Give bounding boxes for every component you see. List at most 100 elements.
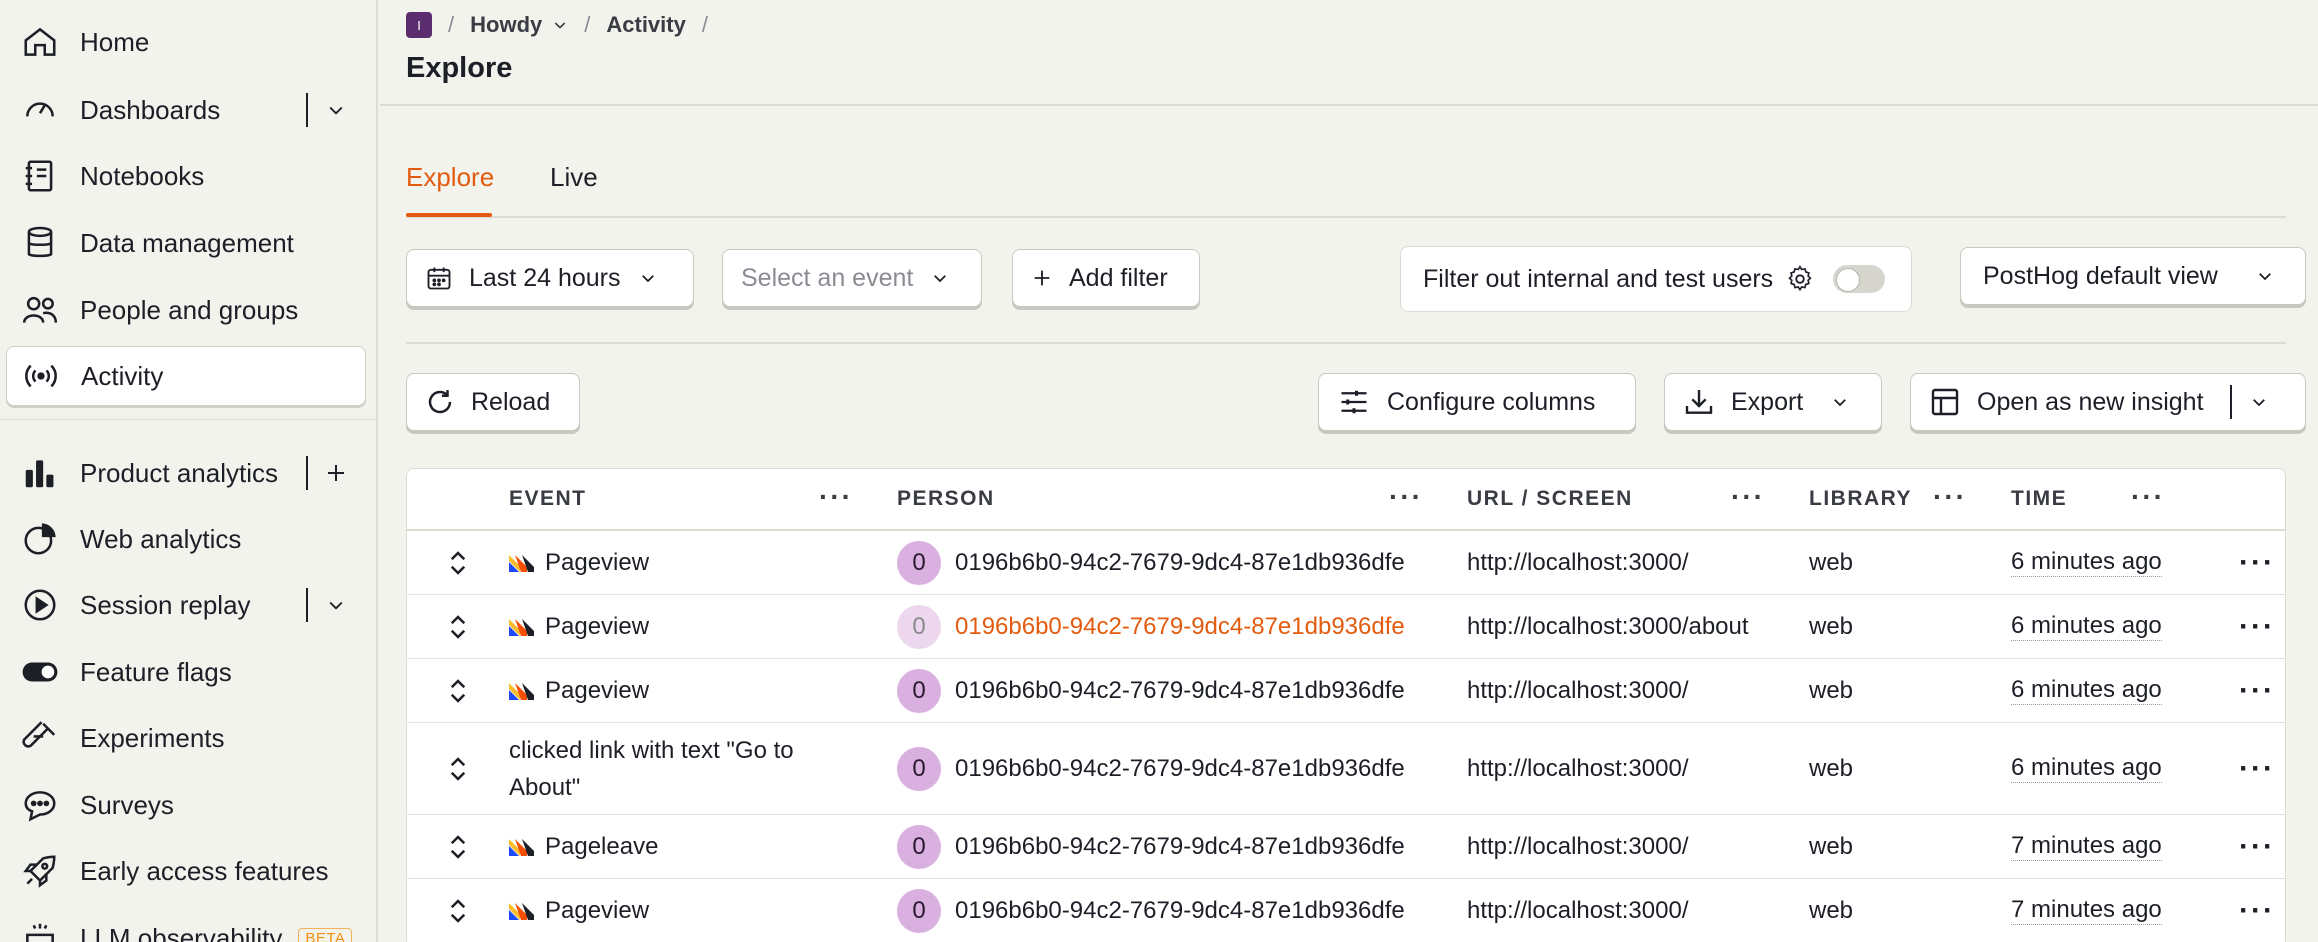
internal-users-label: Filter out internal and test users: [1423, 264, 1774, 293]
sidebar-item-label: Home: [80, 26, 150, 57]
person-id-link[interactable]: 0196b6b0-94c2-7679-9dc4-87e1db936dfe: [955, 755, 1405, 783]
event-select[interactable]: Select an event: [722, 249, 982, 307]
sidebar-item-label: Session replay: [80, 589, 251, 620]
sidebar-item-label: Feature flags: [80, 656, 232, 687]
person-cell[interactable]: 0 0196b6b0-94c2-7679-9dc4-87e1db936dfe: [897, 531, 1405, 594]
person-cell[interactable]: 0 0196b6b0-94c2-7679-9dc4-87e1db936dfe: [897, 723, 1405, 814]
tab-explore[interactable]: Explore: [406, 162, 494, 193]
person-id-link[interactable]: 0196b6b0-94c2-7679-9dc4-87e1db936dfe: [955, 897, 1405, 925]
expand-row-icon[interactable]: [445, 659, 471, 722]
expand-row-icon[interactable]: [445, 815, 471, 878]
sidebar-item-early-access[interactable]: Early access features: [6, 841, 366, 901]
column-header-library[interactable]: LIBRARY: [1809, 469, 1912, 529]
sidebar-item-home[interactable]: Home: [6, 12, 366, 72]
person-cell[interactable]: 0 0196b6b0-94c2-7679-9dc4-87e1db936dfe: [897, 815, 1405, 878]
chevron-down-icon[interactable]: [552, 17, 568, 33]
sidebar-item-notebooks[interactable]: Notebooks: [6, 146, 366, 206]
column-menu-event[interactable]: ···: [819, 481, 853, 513]
sidebar-item-surveys[interactable]: Surveys: [6, 775, 366, 835]
row-menu-button[interactable]: ···: [2239, 723, 2275, 814]
active-tab-indicator: [406, 213, 492, 217]
time-text: 6 minutes ago: [2011, 754, 2162, 783]
time-cell: 6 minutes ago: [2011, 659, 2162, 722]
table-row[interactable]: Pageview 0 0196b6b0-94c2-7679-9dc4-87e1d…: [407, 595, 2285, 659]
table-row[interactable]: Pageview 0 0196b6b0-94c2-7679-9dc4-87e1d…: [407, 531, 2285, 595]
open-as-insight-button[interactable]: Open as new insight: [1910, 373, 2306, 431]
row-menu-button[interactable]: ···: [2239, 595, 2275, 658]
column-menu-url[interactable]: ···: [1731, 481, 1765, 513]
table-row[interactable]: Pageview 0 0196b6b0-94c2-7679-9dc4-87e1d…: [407, 659, 2285, 723]
library-cell: web: [1809, 676, 1854, 704]
chevron-down-icon[interactable]: [318, 92, 354, 128]
sidebar-item-dashboards[interactable]: Dashboards: [6, 80, 366, 140]
event-cell[interactable]: Pageview: [509, 531, 649, 594]
sidebar-item-label: Early access features: [80, 855, 329, 886]
sidebar-item-web-analytics[interactable]: Web analytics: [6, 509, 366, 569]
export-button[interactable]: Export: [1664, 373, 1882, 431]
date-range-select[interactable]: Last 24 hours: [406, 249, 694, 307]
person-id-link[interactable]: 0196b6b0-94c2-7679-9dc4-87e1db936dfe: [955, 549, 1405, 577]
person-id-link[interactable]: 0196b6b0-94c2-7679-9dc4-87e1db936dfe: [955, 833, 1405, 861]
chevron-down-icon[interactable]: [2250, 393, 2268, 411]
expand-row-icon[interactable]: [445, 531, 471, 594]
project-avatar[interactable]: I: [406, 12, 432, 38]
internal-users-toggle[interactable]: [1833, 265, 1886, 293]
person-cell[interactable]: 0 0196b6b0-94c2-7679-9dc4-87e1db936dfe: [897, 595, 1405, 658]
expand-row-icon[interactable]: [445, 879, 471, 942]
sidebar-item-product-analytics[interactable]: Product analytics: [6, 443, 366, 503]
column-menu-library[interactable]: ···: [1933, 481, 1967, 513]
sidebar-item-session-replay[interactable]: Session replay: [6, 575, 366, 635]
event-select-placeholder: Select an event: [741, 263, 914, 292]
person-cell[interactable]: 0 0196b6b0-94c2-7679-9dc4-87e1db936dfe: [897, 659, 1405, 722]
breadcrumb-project[interactable]: Howdy: [470, 12, 542, 38]
reload-button[interactable]: Reload: [406, 373, 580, 431]
configure-columns-button[interactable]: Configure columns: [1318, 373, 1636, 431]
event-name: Pageview: [545, 612, 650, 640]
event-cell[interactable]: Pageview: [509, 595, 649, 658]
person-id-link[interactable]: 0196b6b0-94c2-7679-9dc4-87e1db936dfe: [955, 613, 1405, 641]
event-cell[interactable]: clicked link with text "Go to About": [509, 723, 809, 814]
expand-row-icon[interactable]: [445, 723, 471, 814]
column-header-event[interactable]: EVENT: [509, 469, 587, 529]
column-header-url[interactable]: URL / SCREEN: [1467, 469, 1633, 529]
column-header-person[interactable]: PERSON: [897, 469, 995, 529]
row-menu-button[interactable]: ···: [2239, 531, 2275, 594]
sidebar-item-activity[interactable]: Activity: [6, 346, 366, 406]
column-menu-time[interactable]: ···: [2131, 481, 2165, 513]
sidebar-item-label: Surveys: [80, 789, 174, 820]
sidebar-item-llm-observability[interactable]: LLM observability BETA: [6, 908, 366, 942]
activity-icon: [21, 356, 61, 396]
sidebar-item-feature-flags[interactable]: Feature flags: [6, 642, 366, 702]
gear-icon[interactable]: [1785, 264, 1815, 294]
add-filter-button[interactable]: Add filter: [1012, 249, 1200, 307]
column-menu-person[interactable]: ···: [1389, 481, 1423, 513]
row-menu-button[interactable]: ···: [2239, 659, 2275, 722]
sidebar-item-label: Notebooks: [80, 160, 205, 191]
download-icon: [1683, 386, 1715, 418]
event-cell[interactable]: Pageview: [509, 879, 649, 942]
sidebar-item-people[interactable]: People and groups: [6, 280, 366, 340]
event-cell[interactable]: Pageleave: [509, 815, 658, 878]
sidebar-item-data-management[interactable]: Data management: [6, 213, 366, 273]
sidebar-divider: [0, 419, 378, 420]
column-header-time[interactable]: TIME: [2011, 469, 2067, 529]
table-row[interactable]: clicked link with text "Go to About" 0 0…: [407, 723, 2285, 815]
saved-view-select[interactable]: PostHog default view: [1960, 247, 2306, 305]
tab-live[interactable]: Live: [550, 162, 598, 193]
chevron-down-icon[interactable]: [318, 587, 354, 623]
sidebar-item-label: Dashboards: [80, 94, 221, 125]
person-cell[interactable]: 0 0196b6b0-94c2-7679-9dc4-87e1db936dfe: [897, 879, 1405, 942]
table-row[interactable]: Pageview 0 0196b6b0-94c2-7679-9dc4-87e1d…: [407, 879, 2285, 942]
expand-row-icon[interactable]: [445, 595, 471, 658]
sidebar-item-experiments[interactable]: Experiments: [6, 708, 366, 768]
plus-icon[interactable]: [318, 455, 354, 491]
posthog-event-icon: [509, 902, 534, 920]
url-cell: http://localhost:3000/: [1467, 548, 1689, 576]
row-menu-button[interactable]: ···: [2239, 879, 2275, 942]
table-row[interactable]: Pageleave 0 0196b6b0-94c2-7679-9dc4-87e1…: [407, 815, 2285, 879]
breadcrumb-activity[interactable]: Activity: [606, 12, 685, 38]
person-id-link[interactable]: 0196b6b0-94c2-7679-9dc4-87e1db936dfe: [955, 677, 1405, 705]
time-cell: 6 minutes ago: [2011, 531, 2162, 594]
event-cell[interactable]: Pageview: [509, 659, 649, 722]
row-menu-button[interactable]: ···: [2239, 815, 2275, 878]
